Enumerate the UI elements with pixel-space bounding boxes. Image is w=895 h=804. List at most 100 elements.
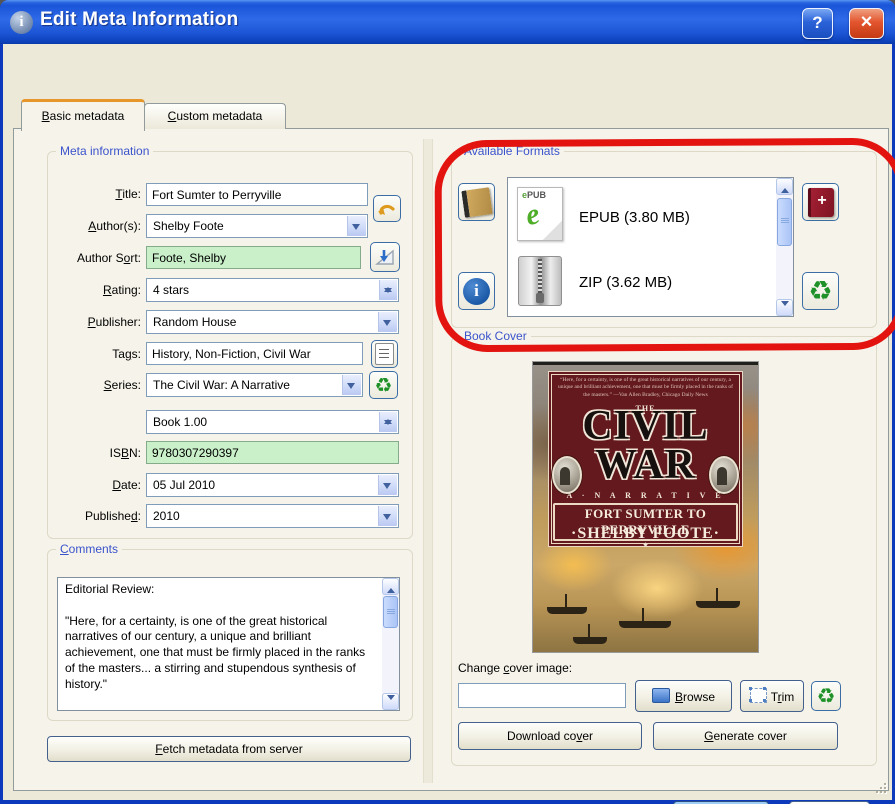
date-value: 05 Jul 2010	[153, 478, 216, 492]
title-label: Title:	[115, 187, 141, 201]
close-button[interactable]: ×	[849, 8, 884, 39]
auto-sort-arrow-icon	[375, 249, 394, 265]
info-icon: i	[463, 277, 490, 305]
window-title: Edit Meta Information	[40, 9, 239, 30]
formats-list[interactable]: ePUB e EPUB (3.80 MB) ZIP (3.62 MB)	[507, 177, 794, 317]
scroll-up-icon[interactable]	[776, 178, 793, 195]
isbn-input[interactable]	[146, 441, 399, 464]
group-title: Comments	[56, 542, 123, 556]
ship-silhouette	[696, 588, 740, 608]
info-icon: i	[10, 11, 33, 34]
title-bar[interactable]: i Edit Meta Information ? ×	[0, 0, 895, 44]
auto-author-sort-button[interactable]	[370, 242, 400, 272]
series-combobox[interactable]: The Civil War: A Narrative	[146, 373, 363, 397]
chevron-down-icon[interactable]	[342, 375, 361, 395]
formats-scrollbar[interactable]	[776, 178, 793, 316]
ship-silhouette	[619, 608, 671, 628]
group-title: Book Cover	[460, 329, 531, 343]
zip-file-icon	[518, 256, 562, 306]
chevron-down-icon[interactable]	[378, 506, 397, 526]
browse-button[interactable]: Browse	[635, 680, 732, 712]
ship-silhouette	[547, 594, 587, 614]
cover-title-panel: “Here, for a certainty, is one of the gr…	[548, 371, 743, 549]
chevron-down-icon[interactable]	[378, 312, 397, 332]
publisher-value: Random House	[153, 315, 237, 329]
list-lines-icon	[375, 343, 394, 365]
tab-basic-metadata[interactable]: Basic metadata	[21, 99, 145, 131]
title-input[interactable]	[146, 183, 368, 206]
swap-title-author-button[interactable]	[373, 195, 401, 222]
add-book-icon: +	[807, 187, 834, 217]
scroll-down-icon[interactable]	[776, 299, 793, 316]
epub-file-icon: ePUB e	[517, 187, 563, 241]
help-button[interactable]: ?	[802, 8, 833, 39]
rating-label: Rating:	[102, 283, 141, 297]
series-index-value: Book 1.00	[153, 415, 208, 429]
group-title: Available Formats	[460, 144, 564, 158]
author-sort-input[interactable]	[146, 246, 361, 269]
isbn-label: ISBN:	[109, 446, 141, 460]
recycle-icon: ♻	[808, 275, 833, 307]
fetch-metadata-button[interactable]: Fetch metadata from server	[47, 736, 411, 762]
portrait-oval-icon	[552, 456, 582, 494]
series-label: Series:	[103, 378, 141, 392]
spin-arrows-icon[interactable]	[379, 280, 397, 300]
selection-icon	[748, 687, 767, 703]
scroll-down-icon[interactable]	[382, 693, 399, 710]
published-picker[interactable]: 2010	[146, 504, 399, 528]
book-cover-image: “Here, for a certainty, is one of the gr…	[533, 362, 758, 652]
cover-title-line1: CIVIL	[582, 403, 709, 449]
clear-series-button[interactable]: ♻	[369, 371, 398, 399]
generate-cover-button[interactable]: Generate cover	[653, 722, 838, 750]
comments-scrollbar[interactable]	[382, 578, 399, 710]
publisher-combobox[interactable]: Random House	[146, 310, 399, 334]
chevron-down-icon[interactable]	[378, 475, 397, 495]
authors-combobox[interactable]: Shelby Foote	[146, 214, 368, 238]
tags-input[interactable]	[146, 342, 363, 365]
spin-arrows-icon[interactable]	[379, 412, 397, 432]
format-label: ZIP (3.62 MB)	[579, 274, 673, 291]
group-title: Meta information	[56, 144, 154, 158]
recycle-icon: ♻	[816, 684, 836, 708]
series-value: The Civil War: A Narrative	[153, 378, 290, 392]
date-label: Date:	[112, 478, 141, 492]
author-sort-label: Author Sort:	[76, 251, 141, 265]
publisher-label: Publisher:	[87, 315, 141, 329]
chevron-down-icon[interactable]	[347, 216, 366, 236]
set-metadata-from-format-button[interactable]: i	[458, 272, 495, 310]
scrollbar-thumb[interactable]	[383, 596, 398, 628]
comments-textarea[interactable]: Editorial Review: "Here, for a certainty…	[57, 577, 400, 711]
view-format-button[interactable]	[458, 183, 495, 221]
date-picker[interactable]: 05 Jul 2010	[146, 473, 399, 497]
book-icon	[460, 186, 493, 218]
ship-silhouette	[573, 624, 607, 644]
trim-button[interactable]: Trim	[740, 680, 804, 712]
series-index-spinbox[interactable]: Book 1.00	[146, 410, 399, 434]
dialog-body: Basic metadata Custom metadata Meta info…	[3, 44, 895, 804]
open-tag-editor-button[interactable]	[371, 340, 398, 368]
authors-label: Author(s):	[88, 219, 141, 233]
portrait-oval-icon	[709, 456, 739, 494]
resize-grip[interactable]	[874, 781, 886, 793]
rating-spinbox[interactable]: 4 stars	[146, 278, 399, 302]
tab-custom-metadata[interactable]: Custom metadata	[144, 103, 286, 129]
tags-label: Tags:	[112, 347, 141, 361]
authors-value: Shelby Foote	[153, 219, 224, 233]
format-label: EPUB (3.80 MB)	[579, 209, 690, 226]
scrollbar-thumb[interactable]	[777, 198, 792, 246]
cover-path-input[interactable]	[458, 683, 626, 708]
edit-meta-dialog: i Edit Meta Information ? × Basic metada…	[0, 0, 895, 804]
add-format-button[interactable]: +	[802, 183, 839, 221]
remove-format-button[interactable]: ♻	[802, 272, 839, 310]
undo-arrow-icon	[378, 204, 395, 215]
cover-narrative: A · N A R R A T I V E	[566, 491, 725, 500]
scroll-up-icon[interactable]	[382, 578, 399, 595]
change-cover-label: Change cover image:	[458, 661, 573, 675]
disk-icon	[651, 688, 670, 703]
rating-value: 4 stars	[153, 283, 190, 297]
reset-cover-button[interactable]: ♻	[811, 681, 841, 711]
cover-quote: “Here, for a certainty, is one of the gr…	[557, 377, 734, 398]
column-splitter[interactable]	[423, 139, 433, 783]
download-cover-button[interactable]: Download cover	[458, 722, 642, 750]
published-value: 2010	[153, 509, 180, 523]
